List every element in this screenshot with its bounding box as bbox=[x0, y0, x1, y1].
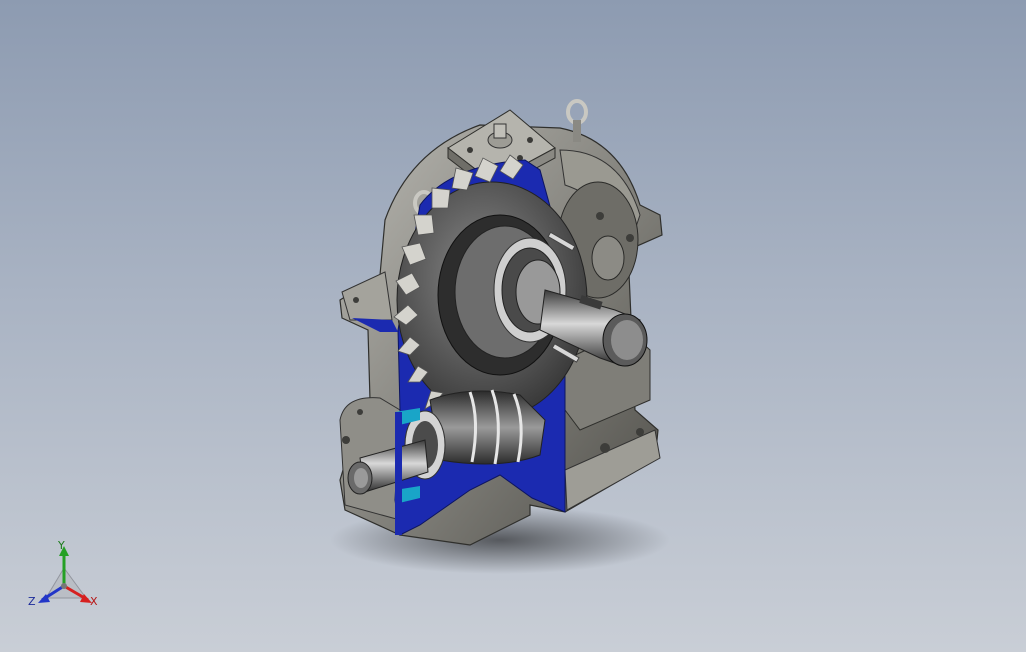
y-axis-label: Y bbox=[58, 539, 65, 552]
x-axis-label: X bbox=[90, 595, 98, 608]
graphics-viewport[interactable]: Y X Z bbox=[0, 0, 1026, 652]
worm-gear-reducer-model[interactable] bbox=[0, 0, 1026, 652]
orientation-triad[interactable]: Y X Z bbox=[28, 540, 108, 612]
z-axis-label: Z bbox=[28, 595, 36, 608]
